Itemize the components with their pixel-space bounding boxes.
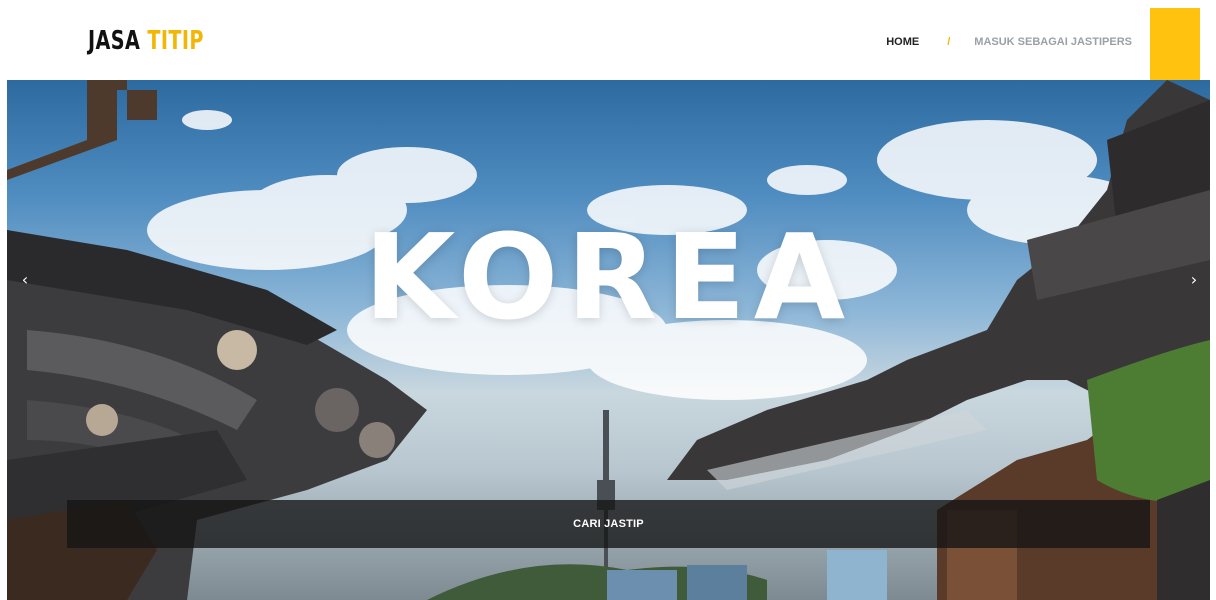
accent-menu-block[interactable] xyxy=(1150,8,1200,80)
logo-text-jasa: JASA xyxy=(88,26,141,56)
hero-slider: KOREA ‹ › CARI JASTIP xyxy=(7,80,1210,600)
chevron-right-icon[interactable]: › xyxy=(1182,268,1206,292)
site-header: JASA TITIP HOME / MASUK SEBAGAI JASTIPER… xyxy=(0,0,1216,80)
hero-title: KOREA xyxy=(363,208,854,346)
nav-separator: / xyxy=(947,36,951,48)
main-nav: HOME / MASUK SEBAGAI JASTIPERS xyxy=(886,36,1132,48)
site-logo[interactable]: JASA TITIP xyxy=(88,28,204,54)
chevron-left-icon[interactable]: ‹ xyxy=(13,268,37,292)
cari-jastip-button[interactable]: CARI JASTIP xyxy=(67,500,1150,548)
logo-text-titip: TITIP xyxy=(147,26,204,56)
nav-login-jastiper-link[interactable]: MASUK SEBAGAI JASTIPERS xyxy=(974,36,1132,48)
nav-home-link[interactable]: HOME xyxy=(886,36,919,48)
